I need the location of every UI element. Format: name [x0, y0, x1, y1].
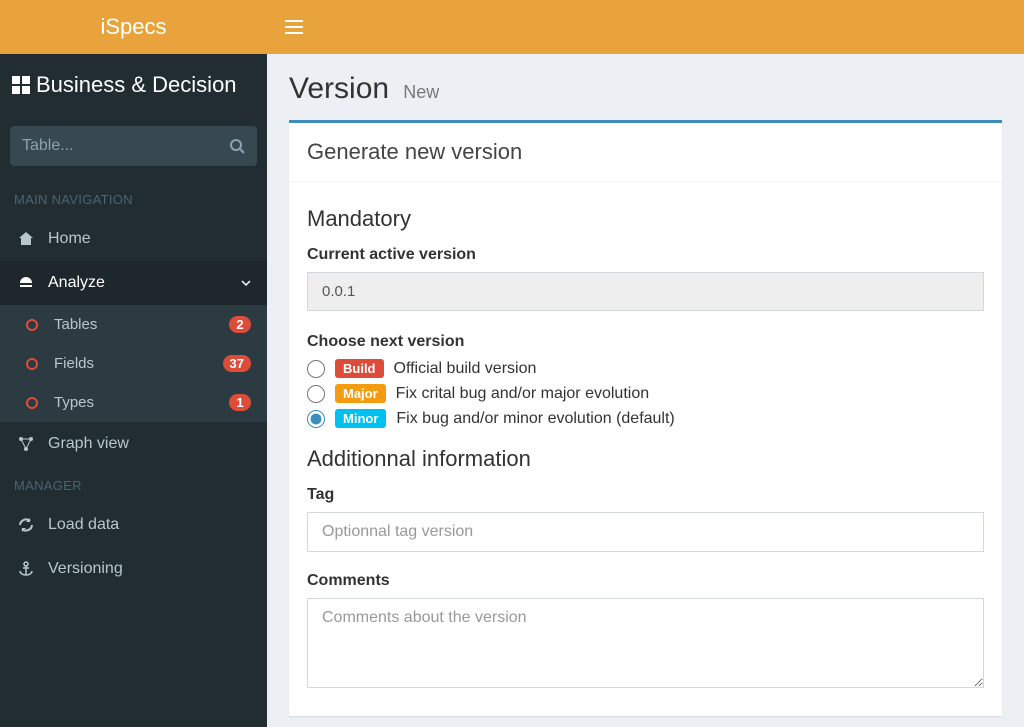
comments-textarea[interactable] [307, 598, 984, 688]
app-name-bold: Specs [105, 14, 166, 40]
sidebar-item-analyze[interactable]: Analyze [0, 261, 267, 305]
page-title: Version [289, 72, 389, 106]
section-additional: Additionnal information [307, 446, 984, 472]
anchor-icon [16, 561, 36, 577]
sidebar-item-home[interactable]: Home [0, 217, 267, 261]
sidebar-item-fields[interactable]: Fields 37 [0, 344, 267, 383]
nav-label: Load data [48, 516, 251, 534]
radio-major[interactable] [307, 385, 325, 403]
app-logo[interactable]: iSpecs [0, 0, 267, 54]
search-icon[interactable] [229, 138, 245, 154]
sidebar-item-tables[interactable]: Tables 2 [0, 305, 267, 344]
sidebar-item-graph[interactable]: Graph view [0, 422, 267, 466]
option-build-text: Official build version [394, 360, 537, 378]
sidebar-item-types[interactable]: Types 1 [0, 383, 267, 422]
nav-label: Graph view [48, 435, 251, 453]
nav-label: Types [54, 394, 217, 411]
page-header: Version New [267, 54, 1024, 120]
sidebar-item-versioning[interactable]: Versioning [0, 547, 267, 591]
radio-row-minor[interactable]: Minor Fix bug and/or minor evolution (de… [307, 409, 984, 428]
graph-icon [16, 436, 36, 452]
page-subtitle: New [403, 82, 439, 102]
current-version-value: 0.0.1 [307, 272, 984, 311]
hamburger-menu-icon[interactable] [267, 20, 303, 34]
sidebar-item-load-data[interactable]: Load data [0, 503, 267, 547]
refresh-icon [16, 517, 36, 533]
radio-row-build[interactable]: Build Official build version [307, 359, 984, 378]
version-panel: Generate new version Mandatory Current a… [289, 120, 1002, 716]
nav-label: Fields [54, 355, 211, 372]
sidebar: Business & Decision MAIN NAVIGATION Home… [0, 54, 267, 727]
pill-minor: Minor [335, 409, 386, 428]
pill-major: Major [335, 384, 386, 403]
radio-minor[interactable] [307, 410, 325, 428]
nav-header-manager: MANAGER [0, 466, 267, 503]
circle-icon [22, 319, 42, 331]
circle-icon [22, 397, 42, 409]
current-version-label: Current active version [307, 246, 984, 264]
pill-build: Build [335, 359, 384, 378]
nav-label: Versioning [48, 560, 251, 578]
tag-input[interactable] [307, 512, 984, 552]
choose-version-label: Choose next version [307, 333, 984, 351]
comments-label: Comments [307, 572, 984, 590]
radio-build[interactable] [307, 360, 325, 378]
sidebar-search[interactable] [10, 126, 257, 166]
count-badge: 2 [229, 316, 251, 333]
section-mandatory: Mandatory [307, 206, 984, 232]
option-minor-text: Fix bug and/or minor evolution (default) [396, 410, 674, 428]
main-content: Version New Generate new version Mandato… [267, 54, 1024, 727]
home-icon [16, 231, 36, 247]
count-badge: 37 [223, 355, 251, 372]
nav-header-main: MAIN NAVIGATION [0, 180, 267, 217]
chevron-down-icon [241, 278, 251, 288]
option-major-text: Fix crital bug and/or major evolution [396, 385, 649, 403]
analyze-submenu: Tables 2 Fields 37 Types 1 [0, 305, 267, 422]
count-badge: 1 [229, 394, 251, 411]
nav-label: Analyze [48, 274, 229, 292]
search-input[interactable] [22, 137, 229, 155]
nav-label: Home [48, 230, 251, 248]
topbar: iSpecs [0, 0, 1024, 54]
dashboard-icon [16, 275, 36, 291]
brand-grid-icon [12, 76, 30, 94]
circle-icon [22, 358, 42, 370]
panel-title: Generate new version [289, 123, 1002, 182]
radio-row-major[interactable]: Major Fix crital bug and/or major evolut… [307, 384, 984, 403]
nav-label: Tables [54, 316, 217, 333]
brand[interactable]: Business & Decision [0, 54, 267, 116]
panel-body: Mandatory Current active version 0.0.1 C… [289, 182, 1002, 716]
brand-text: Business & Decision [36, 72, 237, 98]
tag-label: Tag [307, 486, 984, 504]
